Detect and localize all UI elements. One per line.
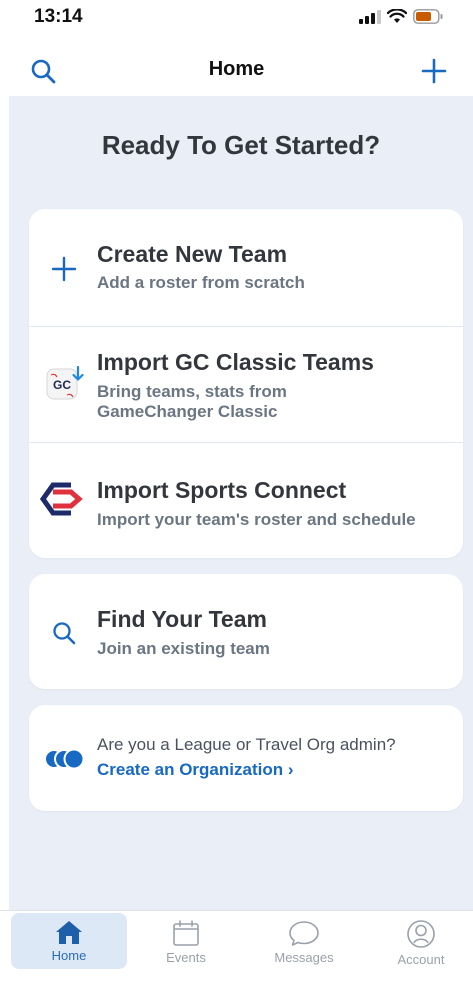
home-icon [56,921,82,944]
gc-badge-text: GC [53,378,71,392]
create-new-team-title: Create New Team [97,241,288,267]
tab-messages-label: Messages [274,950,334,965]
status-bar: 13:14 [0,0,473,44]
tab-messages[interactable]: Messages [246,913,362,969]
import-gc-classic-subtitle-line1: Bring teams, stats from [97,382,287,401]
tab-home[interactable]: Home [11,913,127,969]
organization-card: Are you a League or Travel Org admin? Cr… [29,705,463,811]
team-options-card: Create New Team Add a roster from scratc… [29,209,463,558]
battery-icon [413,9,443,24]
status-time: 13:14 [34,6,83,27]
create-organization-link[interactable]: Create an Organization › [97,760,293,780]
tab-home-label: Home [51,948,87,963]
import-sports-connect-subtitle: Import your team's roster and schedule [97,510,416,529]
calendar-icon [173,920,199,946]
plus-icon [51,256,77,282]
sports-connect-logo-icon [39,482,83,516]
tab-account[interactable]: Account [363,913,473,969]
navigation-bar: Home [0,44,473,96]
gc-classic-app-icon: GC [46,365,84,400]
import-gc-classic-title: Import GC Classic Teams [97,349,374,375]
cellular-signal-icon [359,9,381,24]
user-circle-icon [407,920,435,948]
create-new-team-subtitle: Add a roster from scratch [97,273,305,292]
add-icon[interactable] [421,58,447,84]
import-sports-connect-button[interactable]: Import Sports Connect Import your team's… [29,442,463,558]
page-title: Home [208,58,265,80]
chat-bubble-icon [289,921,319,946]
main-content: Ready To Get Started? Create New Team Ad… [9,96,473,910]
headline: Ready To Get Started? [101,130,381,160]
tab-events[interactable]: Events [128,913,244,969]
find-your-team-title: Find Your Team [97,606,267,632]
find-your-team-card[interactable]: Find Your Team Join an existing team [29,574,463,689]
find-your-team-subtitle: Join an existing team [97,639,270,658]
tab-events-label: Events [166,950,206,965]
create-new-team-button[interactable]: Create New Team Add a roster from scratc… [29,209,463,326]
tab-bar: Home Events Messages Account [0,910,473,995]
tab-account-label: Account [397,952,445,967]
import-gc-classic-subtitle-line2: GameChanger Classic [97,402,278,421]
organization-question: Are you a League or Travel Org admin? [97,735,396,754]
organization-icon [44,748,85,770]
status-icons [359,9,443,24]
search-icon [53,622,76,645]
import-sports-connect-title: Import Sports Connect [97,477,347,503]
import-gc-classic-button[interactable]: GC Import GC Classic Teams Bring teams, … [29,326,463,442]
wifi-icon [387,9,407,23]
